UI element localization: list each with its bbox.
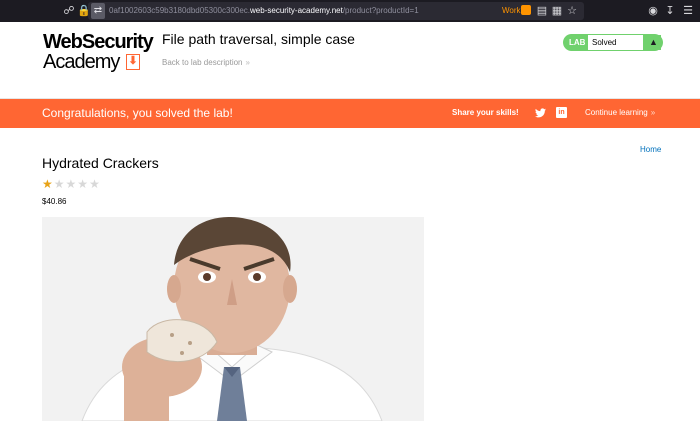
product-image	[42, 217, 424, 421]
bookmark-star-icon[interactable]: ☆	[566, 5, 578, 17]
container-label[interactable]: Work	[502, 6, 521, 15]
url-text[interactable]: 0af1002603c59b3180dbd05300c300ec.web-sec…	[109, 6, 419, 15]
lab-status-value: Solved	[588, 35, 643, 50]
product-price: $40.86	[42, 197, 67, 206]
star-empty-icon: ★	[53, 177, 66, 191]
twitter-icon[interactable]	[535, 108, 546, 118]
lab-status-widget: LAB Solved ▲	[563, 34, 663, 51]
qr-code-icon[interactable]: ▦	[551, 5, 563, 17]
lab-header: WebSecurity Academy ⬇ File path traversa…	[0, 22, 700, 99]
double-chevron-right-icon: »	[245, 58, 250, 67]
shield-icon[interactable]: ☍	[63, 5, 75, 17]
double-chevron-right-icon: »	[650, 108, 656, 117]
star-rating: ★★★★★	[42, 178, 101, 190]
lightning-icon: ⬇	[126, 54, 140, 70]
continue-learning-link[interactable]: Continue learning»	[585, 108, 655, 117]
menu-icon[interactable]: ☰	[682, 5, 694, 17]
flask-icon: ▲	[646, 35, 661, 50]
star-empty-icon: ★	[89, 177, 101, 191]
account-icon[interactable]: ◉	[647, 5, 659, 17]
logo-line-1: WebSecurity	[43, 31, 154, 53]
lab-title: File path traversal, simple case	[162, 31, 355, 47]
back-to-lab-description-link[interactable]: Back to lab description»	[162, 58, 250, 67]
linkedin-icon[interactable]: in	[556, 107, 567, 118]
solved-message: Congratulations, you solved the lab!	[42, 106, 233, 120]
download-icon[interactable]: ↧	[664, 5, 676, 17]
share-label: Share your skills!	[452, 108, 519, 117]
star-filled-icon: ★	[42, 177, 54, 191]
solved-banner: Congratulations, you solved the lab! Sha…	[0, 99, 700, 128]
home-link[interactable]: Home	[640, 145, 661, 154]
lab-badge: LAB	[569, 38, 586, 47]
browser-toolbar: ☍ 🔒 ⇄ 0af1002603c59b3180dbd05300c300ec.w…	[0, 0, 700, 22]
web-security-academy-logo[interactable]: WebSecurity Academy ⬇	[43, 32, 155, 72]
star-empty-icon: ★	[77, 177, 90, 191]
star-empty-icon: ★	[65, 177, 78, 191]
product-name: Hydrated Crackers	[42, 155, 159, 171]
man-eating-cracker-photo	[42, 217, 424, 421]
swap-icon[interactable]: ⇄	[91, 3, 105, 19]
briefcase-icon[interactable]	[521, 5, 531, 15]
reader-mode-icon[interactable]: ▤	[536, 5, 548, 17]
